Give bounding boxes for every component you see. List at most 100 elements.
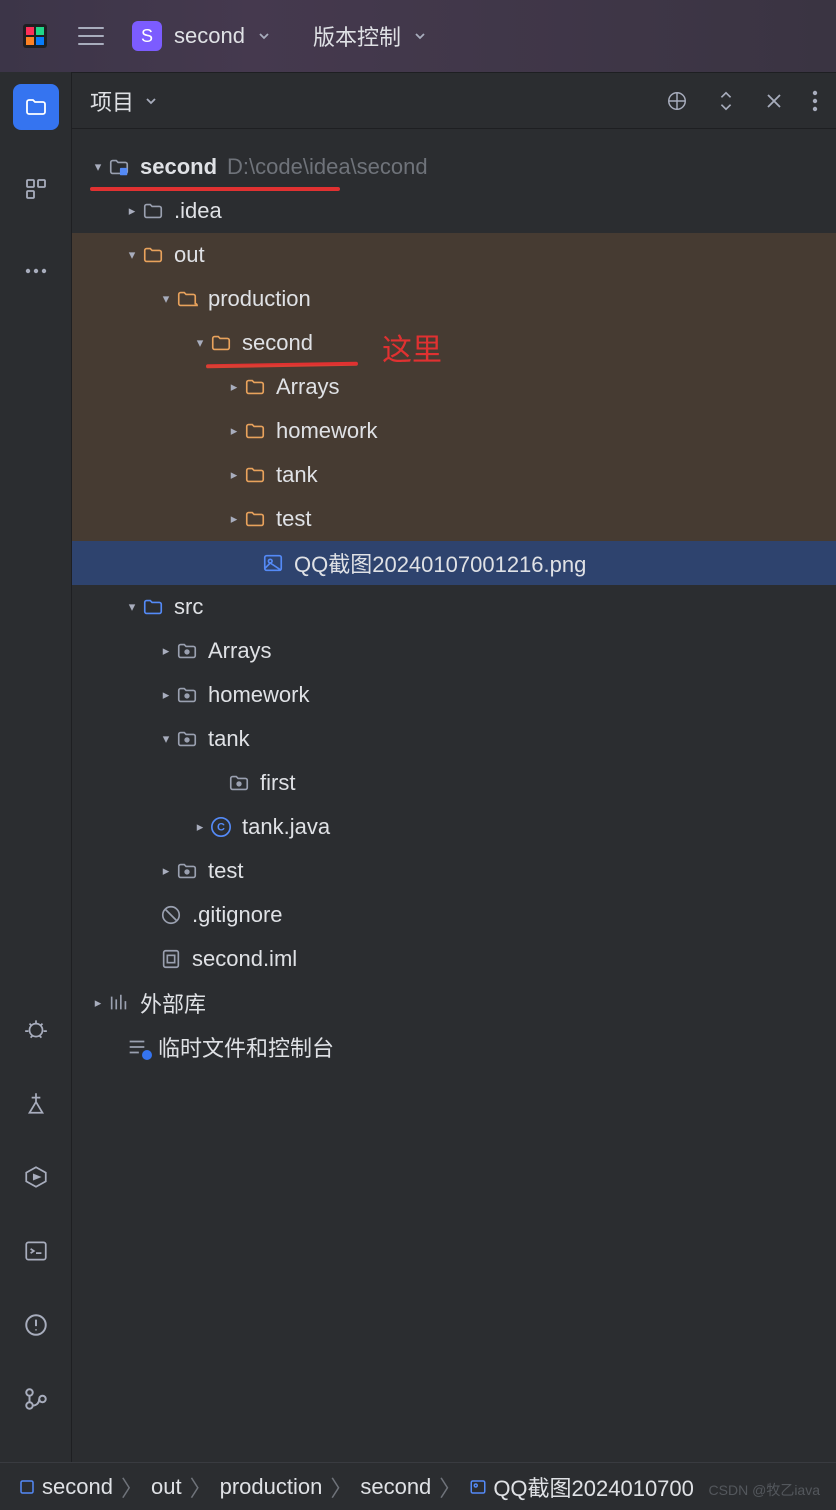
project-selector[interactable]: S second bbox=[132, 21, 271, 51]
chevron-right-icon[interactable]: ▸ bbox=[226, 423, 242, 439]
project-panel-header: 项目 bbox=[72, 73, 836, 129]
tree-label: .idea bbox=[174, 198, 222, 224]
package-icon bbox=[174, 860, 200, 882]
tree-label: tank bbox=[276, 462, 318, 488]
terminal-tool-button[interactable] bbox=[13, 1228, 59, 1274]
module-icon bbox=[106, 156, 132, 178]
chevron-down-icon bbox=[413, 29, 427, 43]
chevron-right-icon[interactable]: ▸ bbox=[226, 511, 242, 527]
tree-label: production bbox=[208, 286, 311, 312]
tree-label: 临时文件和控制台 bbox=[158, 1031, 334, 1063]
tree-row[interactable]: ▸ test bbox=[72, 849, 836, 893]
package-icon bbox=[174, 728, 200, 750]
tree-row[interactable]: ▸ 外部库 bbox=[72, 981, 836, 1025]
chevron-right-icon[interactable]: ▸ bbox=[90, 995, 106, 1011]
annotation-text: 这里 bbox=[382, 325, 442, 369]
folder-icon bbox=[242, 464, 268, 486]
chevron-right-icon[interactable]: ▸ bbox=[226, 467, 242, 483]
tree-path-label: D:\code\idea\second bbox=[227, 154, 428, 180]
breadcrumb-item[interactable]: second bbox=[42, 1474, 113, 1500]
breadcrumb-item[interactable]: production bbox=[220, 1474, 323, 1500]
expand-collapse-button[interactable] bbox=[716, 90, 736, 112]
tree-row[interactable]: .gitignore bbox=[72, 893, 836, 937]
tree-row[interactable]: ▾ out bbox=[72, 233, 836, 277]
tree-label: out bbox=[174, 242, 205, 268]
panel-options-button[interactable] bbox=[812, 90, 818, 112]
tree-row[interactable]: 临时文件和控制台 bbox=[72, 1025, 836, 1069]
chevron-down-icon[interactable]: ▾ bbox=[158, 291, 174, 307]
tree-row[interactable]: ▸ Arrays bbox=[72, 629, 836, 673]
problems-tool-button[interactable] bbox=[13, 1302, 59, 1348]
tree-row-root[interactable]: ▾ second D:\code\idea\second bbox=[72, 145, 836, 189]
panel-title: 项目 bbox=[90, 85, 134, 117]
breadcrumb-item[interactable]: out bbox=[151, 1474, 182, 1500]
vcs-selector[interactable]: 版本控制 bbox=[299, 20, 427, 52]
tree-label: second.iml bbox=[192, 946, 297, 972]
tree-label: tank bbox=[208, 726, 250, 752]
tree-label: QQ截图20240107001216.png bbox=[294, 547, 586, 579]
chevron-right-icon[interactable]: ▸ bbox=[158, 863, 174, 879]
git-tool-button[interactable] bbox=[13, 1376, 59, 1422]
debug-tool-button[interactable] bbox=[13, 1006, 59, 1052]
tree-label: test bbox=[276, 506, 311, 532]
tree-row[interactable]: ▸ .idea bbox=[72, 189, 836, 233]
breadcrumb-item[interactable]: second bbox=[360, 1474, 431, 1500]
chevron-right-icon: 〉 bbox=[121, 1471, 143, 1503]
folder-icon bbox=[140, 200, 166, 222]
chevron-down-icon[interactable]: ▾ bbox=[90, 159, 106, 175]
tree-label: 外部库 bbox=[140, 987, 206, 1019]
project-badge: S bbox=[132, 21, 162, 51]
more-tool-button[interactable] bbox=[13, 248, 59, 294]
main-menu-button[interactable] bbox=[78, 27, 104, 45]
chevron-right-icon[interactable]: ▸ bbox=[158, 687, 174, 703]
tree-row[interactable]: ▾ src bbox=[72, 585, 836, 629]
tree-label: Arrays bbox=[208, 638, 272, 664]
tree-row[interactable]: second.iml bbox=[72, 937, 836, 981]
tree-row[interactable]: ▸ Arrays bbox=[72, 365, 836, 409]
chevron-right-icon[interactable]: ▸ bbox=[124, 203, 140, 219]
scratches-icon bbox=[124, 1036, 150, 1058]
package-icon bbox=[174, 640, 200, 662]
folder-icon bbox=[140, 244, 166, 266]
tree-row[interactable]: ▾ production bbox=[72, 277, 836, 321]
chevron-right-icon: 〉 bbox=[190, 1471, 212, 1503]
tree-row[interactable]: ▸ homework bbox=[72, 409, 836, 453]
project-tool-button[interactable] bbox=[13, 84, 59, 130]
folder-icon bbox=[242, 420, 268, 442]
breadcrumb-item[interactable]: QQ截图2024010700 bbox=[493, 1471, 694, 1503]
chevron-down-icon[interactable]: ▾ bbox=[124, 599, 140, 615]
project-name-label: second bbox=[174, 23, 245, 49]
package-icon bbox=[226, 772, 252, 794]
tree-label: second bbox=[140, 154, 217, 180]
tree-row[interactable]: first bbox=[72, 761, 836, 805]
tree-row[interactable]: ▾ second 这里 bbox=[72, 321, 836, 365]
tree-row[interactable]: ▸ C tank.java bbox=[72, 805, 836, 849]
chevron-right-icon: 〉 bbox=[330, 1471, 352, 1503]
gitignore-icon bbox=[158, 904, 184, 926]
chevron-down-icon bbox=[257, 29, 271, 43]
tree-label: second bbox=[242, 330, 313, 356]
left-tool-rail bbox=[0, 72, 72, 1462]
tree-row[interactable]: ▸ homework bbox=[72, 673, 836, 717]
folder-icon bbox=[208, 332, 234, 354]
tree-row-selected[interactable]: QQ截图20240107001216.png bbox=[72, 541, 836, 585]
tree-label: homework bbox=[208, 682, 309, 708]
services-tool-button[interactable] bbox=[13, 1154, 59, 1200]
tree-row[interactable]: ▸ test bbox=[72, 497, 836, 541]
structure-tool-button[interactable] bbox=[13, 166, 59, 212]
select-opened-file-button[interactable] bbox=[666, 90, 688, 112]
chevron-down-icon[interactable]: ▾ bbox=[158, 731, 174, 747]
chevron-right-icon[interactable]: ▸ bbox=[226, 379, 242, 395]
chevron-down-icon[interactable]: ▾ bbox=[124, 247, 140, 263]
tree-row[interactable]: ▾ tank bbox=[72, 717, 836, 761]
hide-button[interactable] bbox=[764, 90, 784, 112]
chevron-down-icon[interactable]: ▾ bbox=[192, 335, 208, 351]
chevron-right-icon[interactable]: ▸ bbox=[192, 819, 208, 835]
chevron-down-icon[interactable] bbox=[144, 94, 158, 108]
build-tool-button[interactable] bbox=[13, 1080, 59, 1126]
image-file-icon bbox=[469, 1478, 487, 1496]
chevron-right-icon: 〉 bbox=[439, 1471, 461, 1503]
chevron-right-icon[interactable]: ▸ bbox=[158, 643, 174, 659]
tree-row[interactable]: ▸ tank bbox=[72, 453, 836, 497]
library-icon bbox=[106, 992, 132, 1014]
